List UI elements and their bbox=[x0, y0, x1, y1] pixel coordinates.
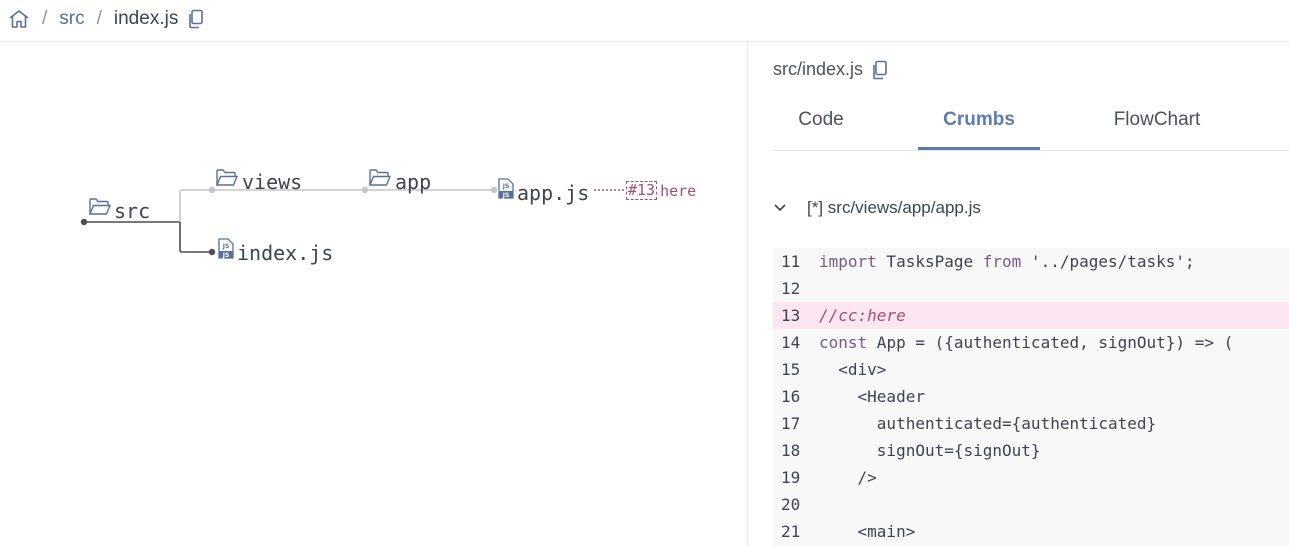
details-panel: src/index.js Code Crumbs FlowChart [*] s… bbox=[748, 42, 1289, 546]
code-line: 18 signOut={signOut} bbox=[773, 437, 1289, 464]
chevron-down-icon[interactable] bbox=[773, 198, 791, 218]
code-line: 21 <main> bbox=[773, 518, 1289, 545]
svg-text:JS: JS bbox=[502, 183, 510, 190]
code-line: 15 <div> bbox=[773, 356, 1289, 383]
line-number: 19 bbox=[781, 468, 801, 487]
panel-file-path: src/index.js bbox=[773, 59, 888, 80]
line-number: 17 bbox=[781, 414, 801, 433]
breadcrumb-separator: / bbox=[42, 8, 48, 29]
folder-icon bbox=[215, 167, 239, 194]
code-line: 14 const App = ({authenticated, signOut})… bbox=[773, 329, 1289, 356]
graph-node-views[interactable]: views bbox=[242, 170, 302, 194]
home-icon[interactable] bbox=[8, 9, 30, 29]
panel-path-label: src/index.js bbox=[773, 59, 864, 79]
code-text: <Header bbox=[819, 387, 925, 406]
top-bar: / src / index.js bbox=[0, 0, 1289, 42]
line-number: 20 bbox=[781, 495, 801, 514]
line-number: 12 bbox=[781, 279, 801, 298]
crumb-file-path: [*] src/views/app/app.js bbox=[807, 198, 981, 217]
tab-flowchart[interactable]: FlowChart bbox=[1093, 94, 1221, 150]
code-text: //cc:here bbox=[819, 306, 906, 325]
line-number: 15 bbox=[781, 360, 801, 379]
line-number: 18 bbox=[781, 441, 801, 460]
code-line: 19 /> bbox=[773, 464, 1289, 491]
graph-node-app[interactable]: app bbox=[395, 170, 431, 194]
breadcrumb-item-src[interactable]: src bbox=[59, 8, 84, 30]
panel-tabs: Code Crumbs FlowChart bbox=[773, 94, 1289, 151]
code-line: 11 import TasksPage from '../pages/tasks'… bbox=[773, 248, 1289, 275]
copy-icon[interactable] bbox=[188, 9, 204, 29]
marker-tag[interactable]: #13 here bbox=[626, 181, 696, 200]
line-number: 21 bbox=[781, 522, 801, 541]
code-text: /> bbox=[819, 468, 877, 487]
breadcrumb: / src / index.js bbox=[8, 8, 204, 30]
code-line: 16 <Header bbox=[773, 383, 1289, 410]
breadcrumb-separator: / bbox=[96, 8, 102, 29]
code-text: <div> bbox=[819, 360, 887, 379]
code-line: 17 authenticated={authenticated} bbox=[773, 410, 1289, 437]
graph-node-index-js[interactable]: index.js bbox=[237, 241, 333, 265]
marker-tag-text: here bbox=[660, 181, 697, 200]
tab-code[interactable]: Code bbox=[773, 94, 869, 150]
svg-text:JS: JS bbox=[222, 243, 230, 250]
line-number: 16 bbox=[781, 387, 801, 406]
js-file-icon: JS JS bbox=[217, 238, 235, 265]
marker-tag-number: #13 bbox=[626, 181, 658, 200]
code-line: 12 bbox=[773, 275, 1289, 302]
svg-text:JS: JS bbox=[222, 252, 230, 259]
svg-text:JS: JS bbox=[502, 192, 510, 199]
graph-edges bbox=[80, 186, 626, 256]
code-text: import TasksPage from '../pages/tasks'; bbox=[819, 252, 1195, 271]
breadcrumb-item-current: index.js bbox=[113, 8, 179, 29]
code-text: const App = ({authenticated, signOut}) =… bbox=[819, 333, 1234, 352]
crumbs-graph: src views app JS JS app.js #13 here JS J… bbox=[0, 42, 747, 546]
code-line: 13 //cc:here bbox=[773, 302, 1289, 329]
line-number: 13 bbox=[781, 306, 801, 325]
tab-crumbs[interactable]: Crumbs bbox=[918, 94, 1040, 150]
graph-node-app-js[interactable]: app.js bbox=[517, 181, 589, 205]
folder-icon bbox=[368, 167, 392, 194]
code-text: <main> bbox=[819, 522, 916, 541]
code-view: 11 import TasksPage from '../pages/tasks'… bbox=[773, 248, 1289, 546]
folder-icon bbox=[88, 196, 112, 223]
copy-icon[interactable] bbox=[872, 60, 888, 80]
graph-node-src[interactable]: src bbox=[114, 199, 150, 223]
js-file-icon: JS JS bbox=[497, 178, 515, 205]
line-number: 11 bbox=[781, 252, 801, 271]
code-text: authenticated={authenticated} bbox=[819, 414, 1157, 433]
code-text: signOut={signOut} bbox=[819, 441, 1041, 460]
line-number: 14 bbox=[781, 333, 801, 352]
code-line: 20 bbox=[773, 491, 1289, 518]
crumb-file-header[interactable]: [*] src/views/app/app.js bbox=[773, 198, 981, 218]
